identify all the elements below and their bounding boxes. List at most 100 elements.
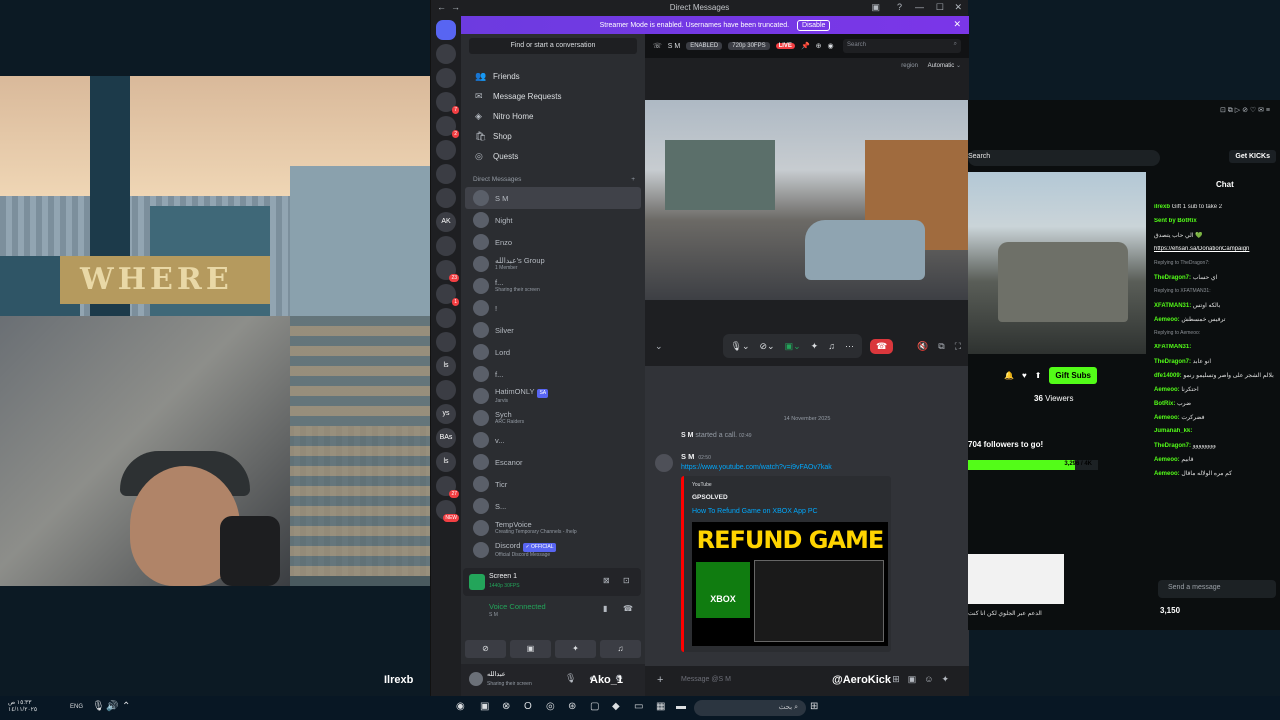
help-icon[interactable]: ? [897, 2, 902, 12]
server-icon[interactable]: 7 [436, 92, 459, 114]
send-message-input[interactable]: Send a message [1158, 580, 1276, 598]
chat-username[interactable]: Jumanah_kk: [1154, 428, 1192, 434]
screen-share-button-icon[interactable]: ▣ [510, 640, 551, 658]
chat-message[interactable]: Aemeoo: كم مره الولاله ماقال [1154, 470, 1280, 484]
camera-toggle-icon[interactable]: ⊘⌄ [760, 341, 775, 352]
server-icon[interactable] [436, 164, 456, 184]
kick-stream-video[interactable] [968, 172, 1146, 354]
dm-item[interactable]: Lord [461, 341, 645, 363]
server-icon[interactable]: 27 [436, 476, 459, 498]
gift-subs-button[interactable]: Gift Subs [1049, 366, 1097, 384]
folder-icon[interactable]: ▬ [676, 701, 686, 712]
chat-message[interactable]: https://ehsan.sa/DonationCampaign [1154, 246, 1280, 260]
chat-message[interactable]: الي حاب يتصدق 💚 [1154, 232, 1280, 246]
chat-message[interactable]: Sent by BotRix [1154, 218, 1280, 232]
discord-home-icon[interactable] [436, 20, 456, 40]
discord-icon[interactable]: ◎ [546, 701, 555, 712]
leave-call-button[interactable]: ☎ [869, 338, 894, 354]
region-select[interactable]: region Automatic ⌄ [901, 62, 961, 69]
app-icon[interactable]: ▣ [480, 701, 489, 712]
get-kicks-button[interactable]: Get KICKs [1229, 150, 1276, 163]
dm-item[interactable]: HatimONLY SA Jarvis [461, 385, 645, 407]
embed-author[interactable]: GPSOLVED [692, 494, 728, 501]
stream-video[interactable] [645, 100, 969, 300]
chat-message[interactable]: Aemeoo: فضركرت [1154, 414, 1280, 428]
chat-message[interactable]: Replying to Aemeoo: [1154, 330, 1280, 344]
server-icon[interactable] [436, 236, 456, 256]
collapse-icon[interactable]: ⌄ [655, 341, 663, 352]
dm-item[interactable]: Ticr [461, 473, 645, 495]
dm-item[interactable]: f... Sharing their screen [461, 275, 645, 297]
activities-icon[interactable]: ✦ [555, 640, 596, 658]
app-icon[interactable]: ◉ [456, 701, 465, 712]
chat-message[interactable]: Aemeoo: احتكرنا [1154, 386, 1280, 400]
server-icon[interactable] [436, 188, 456, 208]
dm-item[interactable]: Enzo [461, 231, 645, 253]
chat-username[interactable]: Aemeoo: [1154, 317, 1180, 323]
server-icon[interactable] [436, 380, 456, 400]
more-icon[interactable]: ⋯ [845, 341, 854, 352]
nav-item-nitro-home[interactable]: ◈ Nitro Home [461, 106, 645, 126]
chat-username[interactable]: BotRix: [1154, 401, 1175, 407]
server-icon[interactable] [436, 44, 456, 64]
camera-off-icon[interactable]: ⊘ [465, 640, 506, 658]
chat-message[interactable]: Aemeoo: قابيم [1154, 456, 1280, 470]
toolbar-icons[interactable]: ⊡ ⧉ ▷ ⊘ ♡ ✉ ≡ [1220, 106, 1270, 116]
chat-username[interactable]: TheDragon7: [1154, 359, 1191, 365]
app-icon[interactable]: ▢ [590, 701, 599, 712]
dm-item[interactable]: f... [461, 363, 645, 385]
disable-button[interactable]: Disable [797, 20, 831, 31]
close-icon[interactable]: ✕ [954, 2, 962, 13]
server-icon[interactable] [436, 140, 456, 160]
language-indicator[interactable]: ENG [70, 704, 83, 710]
attach-icon[interactable]: + [657, 674, 663, 686]
chat-message[interactable]: TheDragon7: وووووووو [1154, 442, 1280, 456]
server-icon[interactable]: 23 [436, 260, 459, 282]
nav-item-message-requests[interactable]: ✉ Message Requests [461, 86, 645, 106]
dm-item[interactable]: Silver [461, 319, 645, 341]
fullscreen-icon[interactable]: ⛶ [955, 341, 961, 352]
server-icon[interactable]: NEW [436, 500, 459, 522]
chat-username[interactable]: Sent by BotRix [1154, 218, 1197, 224]
dm-item[interactable]: TempVoice Creating Temporary Channels - /… [461, 517, 645, 539]
minimize-icon[interactable]: — [915, 2, 924, 12]
share-screen-icon[interactable]: ▣⌄ [785, 341, 801, 352]
pin-icon[interactable]: 📌 [801, 42, 810, 50]
chat-message[interactable]: BotRix: ضرب [1154, 400, 1280, 414]
server-icon[interactable] [436, 68, 456, 88]
boost-icon[interactable]: ⬆ [1035, 371, 1042, 380]
dm-item[interactable]: S... [461, 495, 645, 517]
search-input[interactable]: Search ⌕ [843, 39, 961, 53]
maximize-icon[interactable]: ☐ [936, 2, 944, 13]
quality-badge[interactable]: 720p 30FPS [728, 42, 770, 50]
chat-message[interactable]: XFATMAN31: [1154, 344, 1280, 358]
taskbar-search[interactable]: بحث ⌕ [694, 700, 806, 716]
nav-item-shop[interactable]: 🛍 Shop [461, 126, 645, 146]
soundboard-icon[interactable]: ♫ [600, 640, 641, 658]
embed-title[interactable]: How To Refund Game on XBOX App PC [692, 508, 818, 515]
terminal-icon[interactable]: ▭ [634, 701, 643, 712]
nav-item-quests[interactable]: ◎ Quests [461, 146, 645, 166]
promo-panel[interactable] [968, 554, 1064, 604]
dm-item[interactable]: v... [461, 429, 645, 451]
chat-username[interactable]: XFATMAN31: [1154, 303, 1191, 309]
dm-item[interactable]: Sych ARC Raiders [461, 407, 645, 429]
app-icon[interactable]: ◆ [612, 701, 620, 712]
bell-icon[interactable]: 🔔 [1004, 371, 1014, 380]
kick-search[interactable]: Search [968, 150, 1160, 166]
embed-thumbnail[interactable]: REFUND GAME XBOX [692, 522, 888, 646]
mic-icon[interactable]: 🎙 [565, 673, 576, 684]
chat-username[interactable]: Aemeoo: [1154, 387, 1180, 393]
chat-username[interactable]: ilrexb [1154, 204, 1170, 210]
dm-item[interactable]: Night [461, 209, 645, 231]
microphone-icon[interactable]: 🎙 [92, 701, 105, 712]
signal-icon[interactable]: ▮ [603, 604, 607, 613]
chat-message[interactable]: dfe14009: بلالم الشجر على واصر وتسليمو ر… [1154, 372, 1280, 386]
author-name[interactable]: S M [681, 452, 694, 461]
chat-message[interactable]: Replying to TheDragon7: [1154, 260, 1280, 274]
dm-item[interactable]: عبدالله's Group 1 Member [461, 253, 645, 275]
avatar[interactable] [655, 454, 673, 472]
conversation-search[interactable]: Find or start a conversation [469, 38, 637, 54]
chat-message[interactable]: Replying to XFATMAN31: [1154, 288, 1280, 302]
share-settings-icon[interactable]: ⊡ [623, 576, 630, 585]
